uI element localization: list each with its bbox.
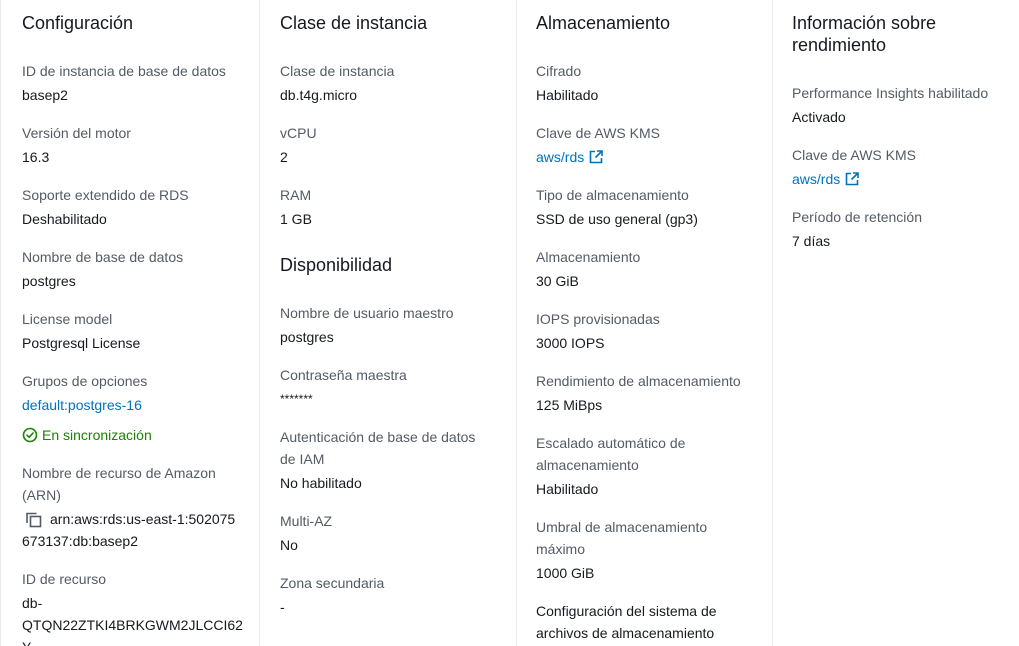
vcpu-value: 2 bbox=[280, 149, 288, 165]
iops-value: 3000 IOPS bbox=[536, 335, 605, 351]
multi-az-label: Multi-AZ bbox=[280, 513, 333, 529]
storage-kms-link-wrap[interactable]: aws/rds bbox=[536, 146, 604, 168]
arn-label-line1: Nombre de recurso de Amazon bbox=[22, 465, 216, 481]
insights-enabled-value: Activado bbox=[792, 109, 846, 125]
allocated-storage-label: Almacenamiento bbox=[536, 249, 641, 265]
ram-label: RAM bbox=[280, 187, 312, 203]
iam-auth-value: No habilitado bbox=[280, 475, 362, 491]
resource-id-value-line3: Y bbox=[22, 636, 31, 646]
sync-status-text: En sincronización bbox=[42, 427, 152, 443]
external-link-icon bbox=[589, 150, 604, 164]
encryption-value: Habilitado bbox=[536, 87, 599, 103]
db-name-label: Nombre de base de datos bbox=[22, 249, 184, 265]
master-password-value: ******* bbox=[280, 392, 313, 406]
performance-title-line1: Información sobre bbox=[792, 13, 937, 33]
option-groups-label: Grupos de opciones bbox=[22, 373, 148, 389]
iops-label: IOPS provisionadas bbox=[536, 311, 660, 327]
arn-value-line1: arn:aws:rds:us-east-1:502075 bbox=[50, 511, 236, 527]
license-model-value: Postgresql License bbox=[22, 335, 141, 351]
engine-version-label: Versión del motor bbox=[22, 125, 131, 141]
max-threshold-value: 1000 GiB bbox=[536, 565, 595, 581]
max-threshold-label-line1: Umbral de almacenamiento bbox=[536, 519, 708, 535]
ram-value: 1 GB bbox=[280, 211, 312, 227]
option-group-link[interactable]: default:postgres-16 bbox=[22, 394, 142, 416]
insights-enabled-label: Performance Insights habilitado bbox=[792, 85, 989, 101]
storage-type-value: SSD de uso general (gp3) bbox=[536, 211, 698, 227]
fs-config-label-line1: Configuración del sistema de bbox=[536, 603, 717, 619]
performance-title-line2: rendimiento bbox=[792, 35, 887, 55]
secondary-zone-label: Zona secundaria bbox=[280, 575, 385, 591]
allocated-storage-value: 30 GiB bbox=[536, 273, 579, 289]
autoscaling-label-line1: Escalado automático de bbox=[536, 435, 686, 451]
throughput-label: Rendimiento de almacenamiento bbox=[536, 373, 741, 389]
throughput-value: 125 MiBps bbox=[536, 397, 603, 413]
instance-class-column: Clase de instancia Clase de instancia db… bbox=[260, 0, 516, 646]
encryption-label: Cifrado bbox=[536, 63, 582, 79]
performance-column: Información sobre rendimiento Performanc… bbox=[773, 0, 1019, 646]
instance-class-value: db.t4g.micro bbox=[280, 87, 358, 103]
max-threshold-label-line2: máximo bbox=[536, 541, 586, 557]
storage-type-label: Tipo de almacenamiento bbox=[536, 187, 689, 203]
configuration-title: Configuración bbox=[22, 13, 134, 33]
retention-value: 7 días bbox=[792, 233, 831, 249]
instance-class-title: Clase de instancia bbox=[280, 13, 428, 33]
master-user-value: postgres bbox=[280, 329, 334, 345]
instance-class-label: Clase de instancia bbox=[280, 63, 395, 79]
iam-auth-label-line1: Autenticación de base de datos bbox=[280, 429, 476, 445]
check-circle-icon bbox=[22, 427, 38, 443]
master-password-label: Contraseña maestra bbox=[280, 367, 407, 383]
engine-version-value: 16.3 bbox=[22, 149, 50, 165]
db-name-value: postgres bbox=[22, 273, 76, 289]
external-link-icon bbox=[845, 172, 860, 186]
license-model-label: License model bbox=[22, 311, 113, 327]
vcpu-label: vCPU bbox=[280, 125, 317, 141]
configuration-column: Configuración ID de instancia de base de… bbox=[1, 0, 259, 646]
resource-id-value-line1: db- bbox=[22, 595, 43, 611]
extended-support-value: Deshabilitado bbox=[22, 211, 107, 227]
availability-title: Disponibilidad bbox=[280, 255, 393, 275]
secondary-zone-value: - bbox=[280, 599, 285, 615]
arn-label-line2: (ARN) bbox=[22, 487, 61, 503]
iam-auth-label-line2: de IAM bbox=[280, 451, 325, 467]
storage-kms-link[interactable]: aws/rds bbox=[536, 146, 584, 168]
resource-id-label: ID de recurso bbox=[22, 571, 107, 587]
database-details-panel: Configuración ID de instancia de base de… bbox=[0, 0, 1019, 646]
multi-az-value: No bbox=[280, 537, 298, 553]
resource-id-value-line2: QTQN22ZTKI4BRKGWM2JLCCI62 bbox=[22, 617, 243, 633]
performance-kms-label: Clave de AWS KMS bbox=[792, 147, 916, 163]
storage-kms-label: Clave de AWS KMS bbox=[536, 125, 660, 141]
retention-label: Período de retención bbox=[792, 209, 922, 225]
autoscaling-value: Habilitado bbox=[536, 481, 599, 497]
extended-support-label: Soporte extendido de RDS bbox=[22, 187, 189, 203]
performance-kms-link[interactable]: aws/rds bbox=[792, 168, 840, 190]
master-user-label: Nombre de usuario maestro bbox=[280, 305, 454, 321]
performance-kms-link-wrap[interactable]: aws/rds bbox=[792, 168, 860, 190]
sync-status: En sincronización bbox=[22, 424, 152, 446]
autoscaling-label-line2: almacenamiento bbox=[536, 457, 639, 473]
fs-config-label-line2: archivos de almacenamiento bbox=[536, 625, 715, 641]
storage-title: Almacenamiento bbox=[536, 13, 671, 33]
db-instance-id-label: ID de instancia de base de datos bbox=[22, 63, 226, 79]
storage-column: Almacenamiento Cifrado Habilitado Clave … bbox=[517, 0, 772, 646]
copy-icon[interactable] bbox=[25, 512, 45, 528]
arn-value-line2: 673137:db:basep2 bbox=[22, 533, 138, 549]
db-instance-id-value: basep2 bbox=[22, 87, 68, 103]
